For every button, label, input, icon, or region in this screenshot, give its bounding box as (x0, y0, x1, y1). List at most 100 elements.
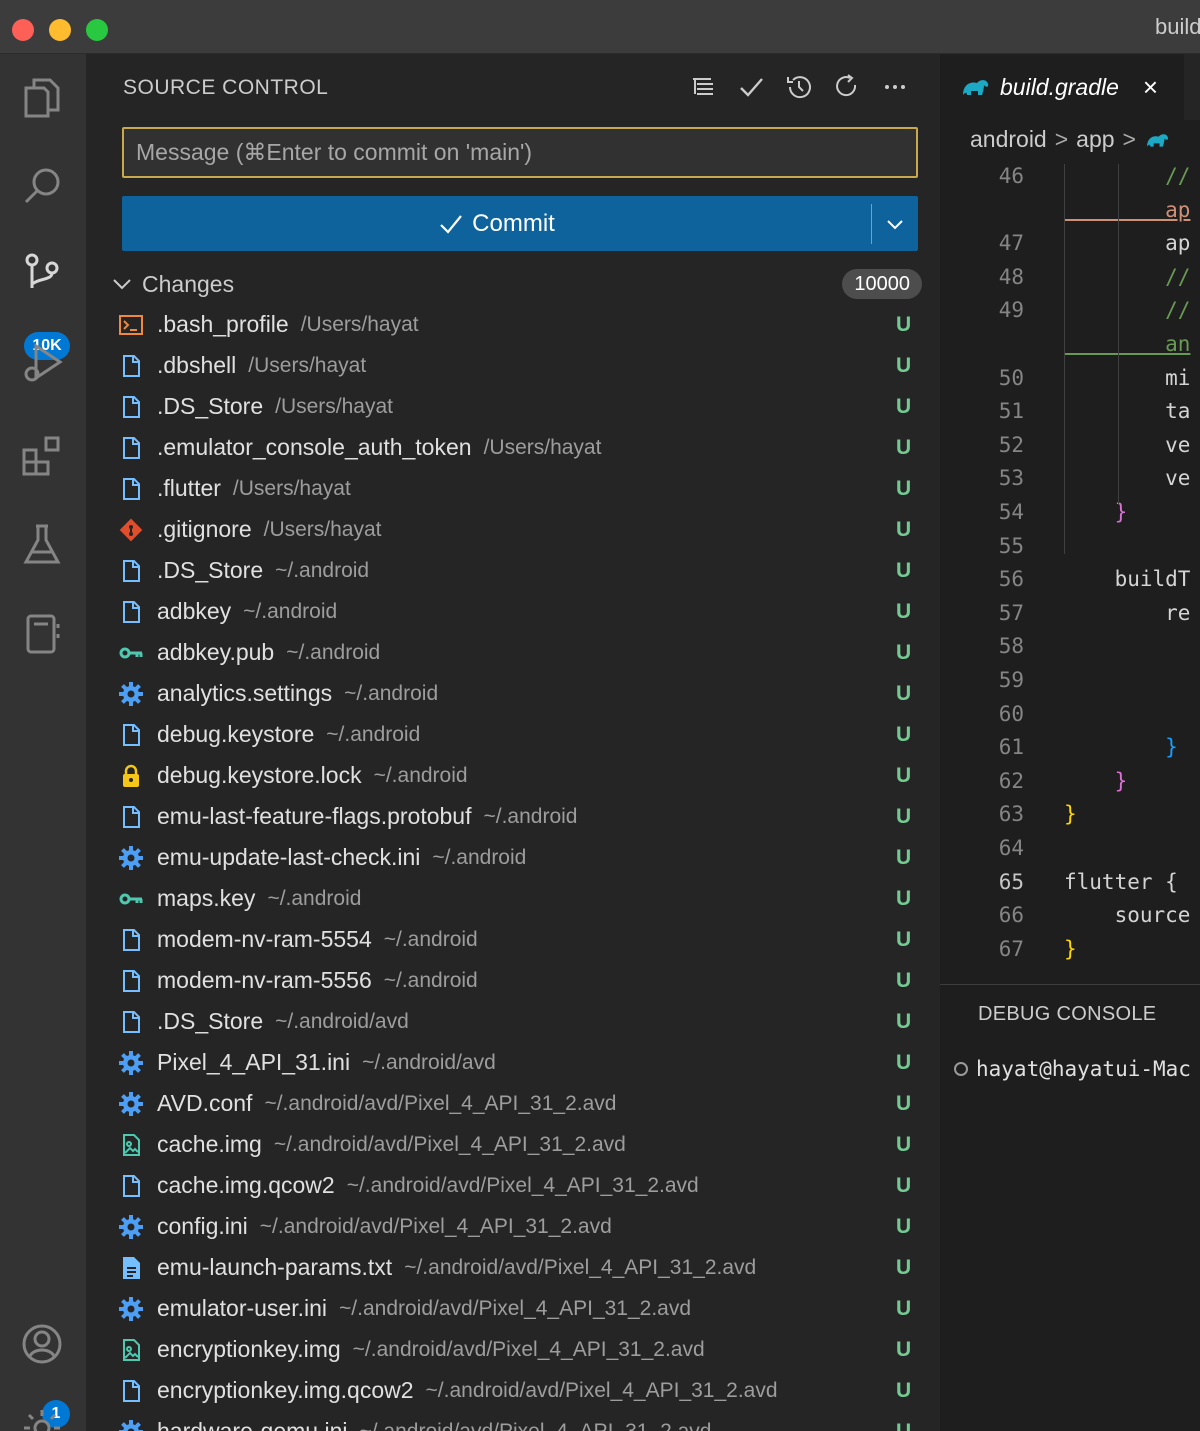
line-text: mi (1064, 365, 1191, 390)
list-item[interactable]: debug.keystore ~/.android U (86, 714, 940, 755)
list-item[interactable]: adbkey ~/.android U (86, 591, 940, 632)
list-item[interactable]: debug.keystore.lock ~/.android U (86, 755, 940, 796)
changes-section-header[interactable]: Changes 10000 (110, 266, 922, 302)
list-item[interactable]: .gitignore/Users/hayat U (86, 509, 940, 550)
list-item[interactable]: cache.img ~/.android/avd/Pixel_4_API_31_2… (86, 1124, 940, 1165)
file-name: hardware-qemu.ini (157, 1418, 348, 1431)
source-control-view: SOURCE CONTROL Commit Changes 10000 (86, 54, 940, 1431)
list-item[interactable]: AVD.conf ~/.android/avd/Pixel_4_API_31_2.… (86, 1083, 940, 1124)
list-item[interactable]: .emulator_console_auth_token/Users/hayat… (86, 427, 940, 468)
commit-check-icon[interactable] (734, 70, 768, 104)
list-item[interactable]: emu-launch-params.txt ~/.android/avd/Pixe… (86, 1247, 940, 1288)
code-line[interactable]: 63} (940, 802, 1200, 835)
search-icon[interactable] (14, 158, 70, 214)
file-name: analytics.settings (157, 680, 333, 706)
list-item[interactable]: .flutter/Users/hayat U (86, 468, 940, 509)
list-item[interactable]: .dbshell/Users/hayat U (86, 345, 940, 386)
list-item[interactable]: .DS_Store ~/.android U (86, 550, 940, 591)
code-line[interactable]: ap (940, 198, 1200, 231)
code-line[interactable]: 60 (940, 702, 1200, 735)
list-item[interactable]: .DS_Store/Users/hayat U (86, 386, 940, 427)
explorer-icon[interactable] (14, 70, 70, 126)
list-item[interactable]: .DS_Store ~/.android/avd U (86, 1001, 940, 1042)
line-text: } (1064, 802, 1077, 827)
list-item[interactable]: maps.key ~/.android U (86, 878, 940, 919)
list-item[interactable]: modem-nv-ram-5554 ~/.android U (86, 919, 940, 960)
list-item[interactable]: config.ini ~/.android/avd/Pixel_4_API_31_… (86, 1206, 940, 1247)
code-line[interactable]: an (940, 332, 1200, 365)
run-debug-icon[interactable] (14, 334, 70, 390)
code-line[interactable]: 54 } (940, 500, 1200, 533)
code-line[interactable]: 49 // (940, 298, 1200, 331)
list-item[interactable]: emu-update-last-check.ini ~/.android U (86, 837, 940, 878)
list-item[interactable]: modem-nv-ram-5556 ~/.android U (86, 960, 940, 1001)
code-line[interactable]: 52 ve (940, 433, 1200, 466)
code-line[interactable]: 62 } (940, 769, 1200, 802)
code-line[interactable]: 56 buildT (940, 567, 1200, 600)
breadcrumb-item[interactable]: android (970, 126, 1047, 153)
minimize-window-button[interactable] (49, 19, 71, 41)
code-line[interactable]: 61 } (940, 735, 1200, 768)
code-line[interactable]: 46 // (940, 164, 1200, 197)
commit-dropdown-button[interactable] (872, 196, 918, 251)
notebook-icon[interactable] (14, 606, 70, 662)
breadcrumb-item[interactable]: app (1076, 126, 1114, 153)
close-window-button[interactable] (12, 19, 34, 41)
list-item[interactable]: Pixel_4_API_31.ini ~/.android/avd U (86, 1042, 940, 1083)
gear-icon (118, 1419, 144, 1431)
accounts-icon[interactable] (14, 1316, 70, 1372)
file-name: emu-launch-params.txt (157, 1254, 393, 1280)
changes-label: Changes (142, 270, 235, 297)
code-line[interactable]: 47 ap (940, 231, 1200, 264)
file-icon (118, 1009, 144, 1035)
code-line[interactable]: 58 (940, 634, 1200, 667)
list-item[interactable]: encryptionkey.img.qcow2 ~/.android/avd/Pi… (86, 1370, 940, 1411)
panel-title[interactable]: DEBUG CONSOLE (978, 1003, 1156, 1026)
chevron-down-icon (113, 279, 131, 290)
file-name: maps.key (157, 885, 256, 911)
line-text: re (1064, 600, 1191, 625)
file-path: ~/.android/avd/Pixel_4_API_31_2.avd (352, 1337, 705, 1361)
list-item[interactable]: emulator-user.ini ~/.android/avd/Pixel_4_… (86, 1288, 940, 1329)
commit-button[interactable]: Commit (122, 196, 871, 251)
gradle-elephant-icon[interactable] (1144, 130, 1170, 150)
list-item[interactable]: adbkey.pub ~/.android U (86, 632, 940, 673)
close-tab-icon[interactable]: × (1143, 72, 1158, 103)
file-status: U (896, 1091, 912, 1115)
commit-label: Commit (472, 209, 555, 237)
extensions-icon[interactable] (14, 428, 70, 484)
line-number: 63 (998, 802, 1024, 827)
list-item[interactable]: .bash_profile/Users/hayat U (86, 304, 940, 345)
list-item[interactable]: encryptionkey.img ~/.android/avd/Pixel_4_… (86, 1329, 940, 1370)
manage-gear-icon[interactable] (14, 1400, 70, 1431)
code-line[interactable]: 53 ve (940, 466, 1200, 499)
refresh-icon[interactable] (830, 70, 864, 104)
code-line[interactable]: 57 re (940, 601, 1200, 634)
zoom-window-button[interactable] (86, 19, 108, 41)
view-as-tree-icon[interactable] (686, 70, 720, 104)
list-item[interactable]: emu-last-feature-flags.protobuf ~/.androi… (86, 796, 940, 837)
code-line[interactable]: 65 flutter { (940, 870, 1200, 903)
source-control-icon[interactable] (14, 244, 70, 300)
commit-message-input[interactable] (122, 127, 918, 178)
history-icon[interactable] (782, 70, 816, 104)
code-line[interactable]: 51 ta (940, 399, 1200, 432)
code-line[interactable]: 64 (940, 836, 1200, 869)
file-path: /Users/hayat (248, 353, 367, 377)
list-item[interactable]: cache.img.qcow2 ~/.android/avd/Pixel_4_AP… (86, 1165, 940, 1206)
code-line[interactable]: 67} (940, 937, 1200, 970)
tab-build-gradle[interactable]: build.gradle × (940, 54, 1184, 120)
code-line[interactable]: 48 // (940, 265, 1200, 298)
code-line[interactable]: 55 (940, 534, 1200, 567)
code-line[interactable]: 59 (940, 668, 1200, 701)
gear-icon (118, 1296, 144, 1322)
list-item[interactable]: analytics.settings ~/.android U (86, 673, 940, 714)
code-line[interactable]: 50 mi (940, 366, 1200, 399)
list-item[interactable]: hardware-qemu.ini ~/.android/avd/Pixel_4_… (86, 1411, 940, 1431)
file-name: emu-last-feature-flags.protobuf (157, 803, 472, 829)
more-actions-icon[interactable] (878, 70, 912, 104)
terminal-line[interactable]: hayat@hayatui-Mac (954, 1057, 1191, 1081)
code-line[interactable]: 66 source (940, 903, 1200, 936)
lock-icon (118, 763, 144, 789)
testing-icon[interactable] (14, 516, 70, 572)
